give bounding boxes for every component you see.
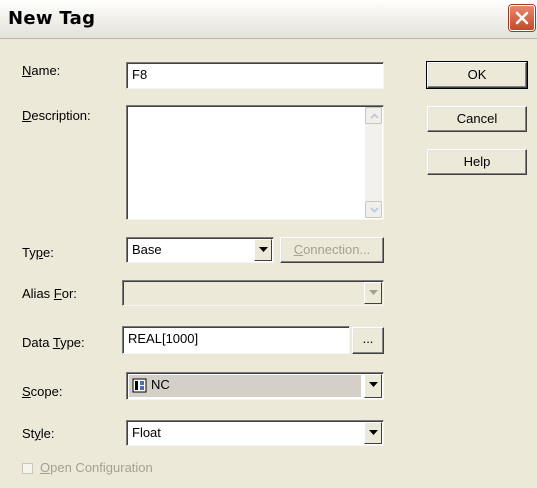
- scope-dropdown-button[interactable]: [364, 374, 382, 398]
- scope-label: Scope:: [22, 384, 63, 399]
- chevron-down-icon: [370, 207, 379, 213]
- ok-button[interactable]: OK: [426, 61, 528, 89]
- data-type-label: Data Type:: [22, 335, 85, 350]
- alias-for-dropdown-button[interactable]: [364, 282, 382, 304]
- scroll-up-button[interactable]: [365, 107, 382, 124]
- name-label: Name:: [22, 63, 61, 78]
- open-configuration-label: Open Configuration: [40, 460, 153, 475]
- description-scrollbar[interactable]: [365, 107, 382, 218]
- alias-for-label: Alias For:: [22, 286, 77, 301]
- type-dropdown-button[interactable]: [254, 239, 272, 261]
- style-select[interactable]: Float: [126, 420, 384, 446]
- close-icon: [515, 11, 529, 25]
- type-select[interactable]: Base: [126, 237, 274, 263]
- cancel-button[interactable]: Cancel: [427, 106, 527, 132]
- style-dropdown-button[interactable]: [364, 422, 382, 444]
- scope-select[interactable]: NC: [126, 372, 384, 400]
- close-button[interactable]: [509, 5, 535, 31]
- chevron-up-icon: [370, 113, 379, 119]
- description-textarea[interactable]: [126, 105, 384, 220]
- controller-icon: [132, 378, 147, 393]
- name-input[interactable]: F8: [126, 62, 384, 89]
- dropdown-arrow-icon: [369, 430, 378, 435]
- style-label: Style:: [22, 426, 55, 441]
- connection-button[interactable]: Connection...: [280, 237, 384, 263]
- dropdown-arrow-icon: [369, 290, 378, 295]
- alias-for-select[interactable]: [122, 280, 384, 306]
- description-label: Description:: [22, 108, 91, 123]
- help-button[interactable]: Help: [427, 149, 527, 175]
- title-bar: New Tag: [0, 0, 537, 39]
- dropdown-arrow-icon: [259, 247, 268, 252]
- scroll-down-button[interactable]: [365, 201, 382, 218]
- dropdown-arrow-icon: [369, 382, 378, 387]
- browse-data-type-button[interactable]: ...: [352, 327, 384, 354]
- data-type-input[interactable]: REAL[1000]: [122, 326, 350, 354]
- open-configuration-checkbox[interactable]: [22, 463, 33, 474]
- window-title: New Tag: [8, 8, 96, 29]
- type-label: Type:: [22, 245, 54, 260]
